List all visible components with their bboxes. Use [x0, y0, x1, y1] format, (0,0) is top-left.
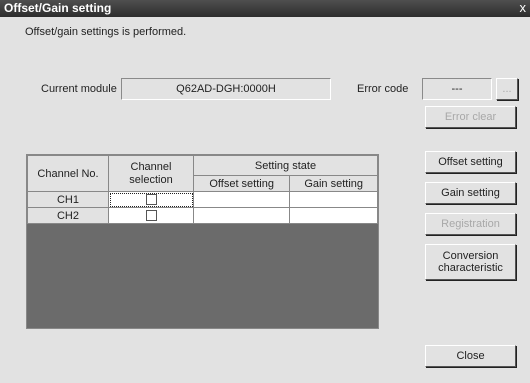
- error-code-value: ---: [451, 83, 463, 95]
- conversion-characteristic-button[interactable]: Conversion characteristic: [425, 244, 516, 280]
- table-row: CH2: [27, 207, 378, 224]
- error-code-label: Error code: [357, 83, 409, 95]
- table-row: CH1: [27, 191, 378, 208]
- channel-cell: CH1: [27, 191, 109, 208]
- channel-cell: CH2: [27, 207, 109, 224]
- gain-setting-button[interactable]: Gain setting: [425, 182, 516, 204]
- offset-cell: [192, 207, 291, 224]
- error-code-field: ---: [422, 78, 492, 100]
- channel-table: Channel No. Channel selection Setting st…: [26, 154, 379, 329]
- header-gain-setting: Gain setting: [289, 175, 378, 192]
- close-button[interactable]: Close: [425, 345, 516, 367]
- gain-cell: [289, 207, 378, 224]
- window-title: Offset/Gain setting: [4, 1, 112, 15]
- channel-checkbox[interactable]: [145, 194, 157, 206]
- offset-setting-button[interactable]: Offset setting: [425, 151, 516, 173]
- channel-checkbox[interactable]: [145, 210, 157, 222]
- gain-cell: [289, 191, 378, 208]
- description-text: Offset/gain settings is performed.: [25, 26, 187, 38]
- header-channel-no: Channel No.: [27, 155, 109, 192]
- close-icon[interactable]: x: [520, 0, 527, 15]
- error-clear-button[interactable]: Error clear: [425, 106, 516, 128]
- current-module-field: Q62AD-DGH:0000H: [121, 78, 331, 100]
- registration-button[interactable]: Registration: [425, 213, 516, 235]
- header-setting-state: Setting state: [193, 155, 378, 176]
- offset-cell: [192, 191, 291, 208]
- channel-selection-cell[interactable]: [108, 191, 194, 208]
- error-browse-button[interactable]: ...: [496, 78, 518, 100]
- title-bar: Offset/Gain setting x: [0, 0, 530, 17]
- channel-selection-cell[interactable]: [108, 207, 194, 224]
- current-module-label: Current module: [41, 83, 117, 95]
- current-module-value: Q62AD-DGH:0000H: [176, 83, 276, 95]
- offset-gain-dialog: Offset/Gain setting x Offset/gain settin…: [0, 0, 530, 383]
- header-channel-selection: Channel selection: [108, 155, 194, 192]
- header-offset-setting: Offset setting: [192, 175, 291, 192]
